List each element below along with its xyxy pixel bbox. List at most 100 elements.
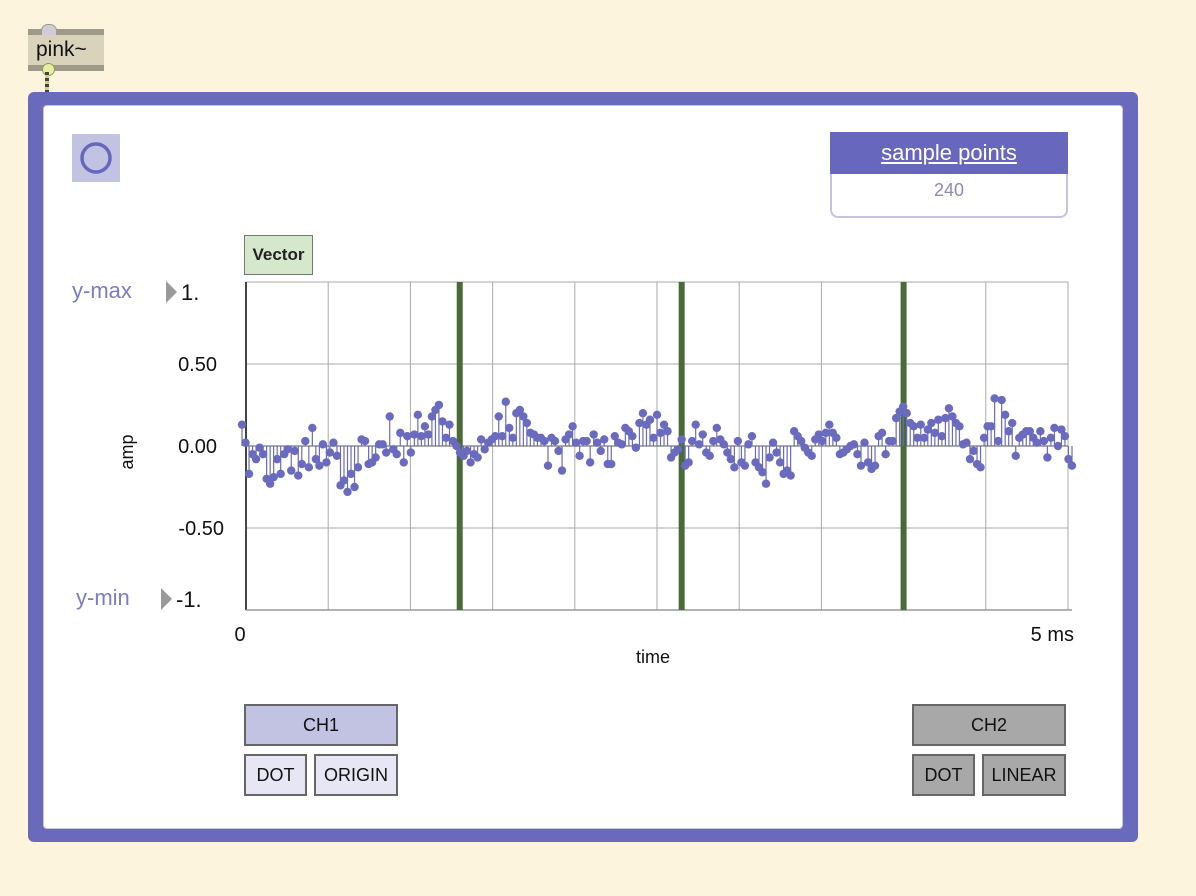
sample-point [258, 450, 268, 459]
sample-point [301, 436, 310, 446]
sample-point [709, 436, 718, 446]
sample-point [329, 438, 338, 447]
sample-point [1046, 433, 1056, 442]
sample-point [568, 422, 577, 431]
sample-point [888, 436, 897, 446]
sample-point [979, 433, 989, 442]
sample-point [290, 446, 299, 456]
sample-point [990, 394, 999, 403]
sample-point [339, 476, 349, 485]
sample-point [726, 454, 736, 464]
y-tick-label: 0.00 [178, 436, 217, 458]
sample-point [304, 463, 314, 472]
ch1-origin-button[interactable]: ORIGIN [314, 754, 398, 796]
sample-point [550, 436, 560, 446]
ch1-button[interactable]: CH1 [244, 704, 398, 746]
sample-point [1011, 451, 1020, 461]
sample-point [937, 431, 947, 441]
sample-point [575, 451, 584, 461]
sample-point [410, 430, 419, 439]
sample-point [870, 461, 880, 470]
sample-point [818, 436, 827, 446]
sample-point [712, 423, 721, 433]
sample-point [1008, 418, 1017, 428]
sample-point [564, 430, 574, 439]
sample-point [730, 463, 739, 472]
sample-point [832, 433, 841, 442]
sample-point [1060, 431, 1070, 441]
sample-point [543, 461, 553, 470]
sample-point [740, 461, 750, 470]
sample-point [1032, 438, 1042, 447]
sample-point [965, 454, 975, 464]
x-axis-label: time [636, 647, 670, 667]
ch2-linear-button[interactable]: LINEAR [982, 754, 1066, 796]
sample-point [993, 436, 1003, 446]
sample-point [663, 427, 672, 436]
sample-point [909, 422, 918, 431]
sample-point [501, 397, 510, 406]
ch2-dot-button[interactable]: DOT [912, 754, 975, 796]
sample-point [346, 469, 356, 479]
sample-point [244, 469, 254, 479]
sample-point [705, 451, 714, 461]
sample-point [656, 428, 665, 438]
sample-point [684, 458, 693, 467]
sample-point [371, 453, 380, 462]
sample-point [1043, 453, 1052, 462]
sample-point [318, 440, 328, 449]
sample-point [287, 466, 296, 475]
sample-point [691, 420, 700, 429]
sample-point [251, 454, 261, 464]
sample-point [758, 468, 767, 477]
sample-point [276, 469, 285, 479]
sample-point [272, 454, 282, 464]
sample-point [902, 409, 911, 418]
sample-point [494, 412, 503, 421]
sample-point [934, 415, 943, 424]
sample-point [508, 433, 518, 442]
sample-point [1000, 410, 1010, 420]
x-tick-label: 0 [234, 624, 245, 646]
sample-point [554, 446, 563, 456]
sample-point [768, 438, 778, 447]
sample-point [877, 428, 887, 438]
sample-point [986, 422, 996, 431]
ch1-dot-button[interactable]: DOT [244, 754, 307, 796]
sample-point [350, 482, 359, 492]
sample-point [420, 422, 430, 431]
sample-point [403, 431, 412, 441]
sample-point [582, 436, 591, 446]
sample-point [853, 450, 862, 459]
sample-point [649, 433, 658, 442]
sample-point [772, 448, 781, 457]
sample-point [652, 410, 662, 420]
sample-point [944, 404, 954, 413]
sample-point [353, 463, 363, 472]
sample-point [673, 445, 683, 454]
sample-point [677, 435, 686, 444]
sample-point [807, 451, 816, 461]
sample-point [786, 471, 795, 480]
sample-point [424, 430, 433, 439]
sample-point [522, 418, 532, 428]
sample-point [600, 435, 609, 444]
ch2-button[interactable]: CH2 [912, 704, 1066, 746]
sample-point [237, 420, 247, 429]
sample-point [557, 466, 567, 475]
sample-point [498, 431, 507, 441]
sample-point [765, 453, 774, 462]
sample-point [617, 440, 627, 449]
sample-point [406, 448, 416, 457]
sample-point [628, 431, 637, 441]
sample-point [638, 409, 648, 418]
sample-point [698, 430, 707, 439]
sample-point [962, 438, 971, 447]
sample-point [413, 410, 423, 420]
sample-point [631, 443, 641, 452]
sample-point [997, 395, 1006, 405]
sample-point [308, 423, 317, 433]
sample-point [1036, 427, 1045, 436]
sample-point [941, 413, 950, 423]
sample-point [1004, 427, 1013, 436]
